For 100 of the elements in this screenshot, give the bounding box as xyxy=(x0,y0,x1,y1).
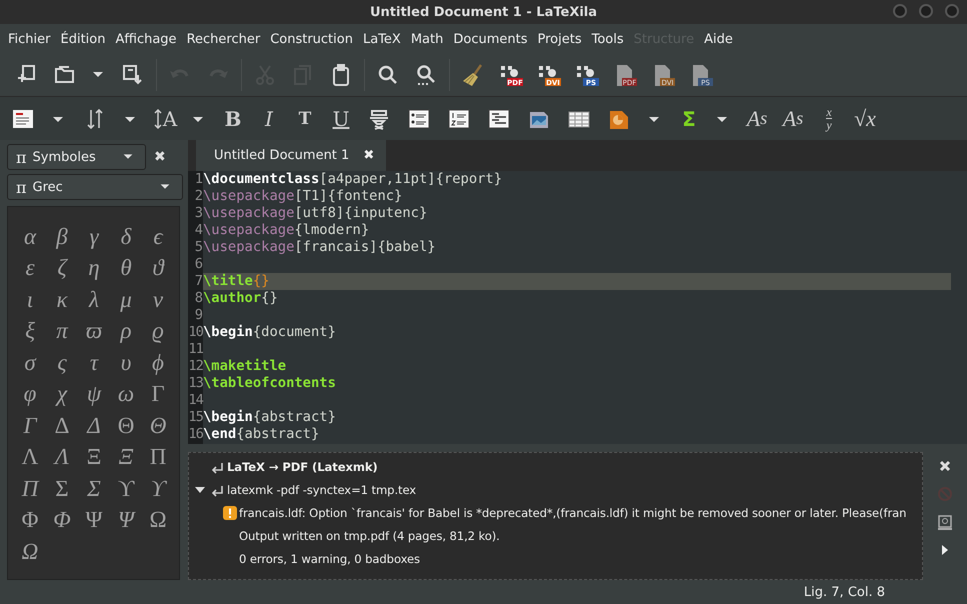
menu-item[interactable]: Aide xyxy=(699,32,738,46)
symbol-item[interactable]: υ xyxy=(110,347,142,378)
symbol-item[interactable]: ϒ xyxy=(142,473,174,504)
symbol-item[interactable]: Π xyxy=(142,442,174,473)
symbol-item[interactable]: δ xyxy=(110,221,142,252)
symbol-item[interactable]: Ξ xyxy=(78,442,110,473)
symbol-item[interactable]: φ xyxy=(14,378,46,410)
tab-close-button[interactable]: ✖ xyxy=(363,148,374,164)
symbol-item[interactable]: Δ xyxy=(78,410,110,442)
symbol-item[interactable]: τ xyxy=(78,347,110,378)
symbol-item[interactable]: Λ xyxy=(46,442,78,473)
symbol-item[interactable]: Ξ xyxy=(110,442,142,473)
sum-button[interactable]: Σ xyxy=(674,102,704,134)
symbol-item[interactable]: ς xyxy=(46,347,78,378)
log-message[interactable]: latexmk -pdf -synctex=1 tmp.tex xyxy=(227,482,416,497)
code-line: \usepackage[utf8]{inputenc} xyxy=(203,205,428,222)
symbol-item[interactable]: ψ xyxy=(78,378,110,410)
code-editor[interactable] xyxy=(188,171,967,444)
symbol-item[interactable]: Γ xyxy=(14,410,46,442)
menu-item[interactable]: Fichier xyxy=(3,32,56,46)
italic-button[interactable]: I xyxy=(254,102,284,134)
menu-item[interactable]: Tools xyxy=(586,32,629,46)
menu-item[interactable]: Affichage xyxy=(110,32,182,46)
bold-button[interactable]: B xyxy=(218,102,248,134)
symbol-item[interactable]: Θ xyxy=(110,410,142,442)
symbol-item[interactable]: Λ xyxy=(14,442,46,473)
symbol-item[interactable]: γ xyxy=(78,221,110,252)
menu-item[interactable]: Construction xyxy=(265,32,358,46)
underline-button[interactable]: U xyxy=(326,102,356,134)
log-message[interactable]: LaTeX → PDF (Latexmk) xyxy=(227,460,378,474)
menu-item[interactable]: Projets xyxy=(532,32,587,46)
symbol-item[interactable]: Γ xyxy=(142,378,174,410)
menu-item[interactable]: LaTeX xyxy=(358,32,406,46)
square-root-button[interactable]: √x xyxy=(850,102,880,134)
code-line: \usepackage{lmodern} xyxy=(203,222,370,240)
document-tab[interactable]: Untitled Document 1 ✖ xyxy=(196,140,386,172)
symbol-item[interactable]: Δ xyxy=(46,410,78,442)
symbol-item[interactable]: ϖ xyxy=(78,316,110,347)
symbol-item[interactable]: ϑ xyxy=(142,252,174,284)
tab-label[interactable]: Untitled Document 1 xyxy=(214,148,350,164)
category-dropdown[interactable]: π Symboles xyxy=(7,144,146,170)
symbol-item[interactable]: ρ xyxy=(110,316,142,347)
log-message[interactable]: francais.ldf: Option `francais' for Babel is *deprecated*,(francais.ldf) it might be removed sooner or later. Please(fran xyxy=(239,506,906,520)
symbol-item[interactable]: ϕ xyxy=(142,347,174,378)
symbol-item[interactable]: π xyxy=(46,316,78,347)
symbol-item[interactable]: ϵ xyxy=(142,221,174,252)
symbol-item[interactable]: Φ xyxy=(46,504,78,536)
cursor-position: Lig. 7, Col. 8 xyxy=(804,584,885,600)
menu-item[interactable]: Documents xyxy=(448,32,532,46)
log-message[interactable]: Output written on tmp.pdf (4 pages, 81,2 ko). xyxy=(239,528,500,543)
symbol-item[interactable]: Σ xyxy=(46,473,78,504)
code-line: \usepackage[francais]{babel} xyxy=(203,239,436,256)
code-line: \begin{abstract} xyxy=(203,409,336,426)
description-list-icon[interactable] xyxy=(487,106,511,130)
symbol-item[interactable]: λ xyxy=(78,284,110,316)
menu-item[interactable]: Math xyxy=(406,32,448,46)
numbered-list-icon[interactable] xyxy=(447,106,471,130)
code-line: \usepackage[T1]{fontenc} xyxy=(203,188,402,206)
log-message[interactable]: 0 errors, 1 warning, 0 badboxes xyxy=(239,552,420,566)
symbol-item[interactable]: Ψ xyxy=(78,504,110,536)
code-line: \author{} xyxy=(203,290,278,308)
code-line: \end{abstract} xyxy=(203,426,320,444)
typewriter-button[interactable]: T xyxy=(290,102,320,134)
symbol-item[interactable]: ξ xyxy=(14,316,46,347)
symbol-item[interactable]: α xyxy=(14,221,46,252)
symbol-item[interactable]: Φ xyxy=(14,504,46,536)
code-line: \tableofcontents xyxy=(203,375,336,392)
symbol-item[interactable]: ζ xyxy=(46,252,78,284)
symbol-item[interactable]: β xyxy=(46,221,78,252)
symbol-item[interactable]: ν xyxy=(142,284,174,316)
symbol-item[interactable]: Σ xyxy=(78,473,110,504)
code-line: \maketitle xyxy=(203,358,286,376)
broom-icon[interactable] xyxy=(461,63,485,87)
symbol-item[interactable]: ε xyxy=(14,252,46,284)
symbol-item[interactable]: Ω xyxy=(142,504,174,536)
symbol-item[interactable]: Ω xyxy=(14,536,46,568)
menu-item[interactable]: Rechercher xyxy=(182,32,266,46)
fraction-button[interactable]: x y xyxy=(814,102,844,134)
vertical-arrows-icon xyxy=(152,108,163,130)
symbol-item[interactable]: σ xyxy=(14,347,46,378)
symbol-item[interactable]: ι xyxy=(14,284,46,316)
symbol-item[interactable]: η xyxy=(78,252,110,284)
code-line: \begin{document} xyxy=(203,324,336,342)
bullet-list-icon[interactable] xyxy=(407,106,431,130)
symbol-item[interactable]: Π xyxy=(14,473,46,504)
menu-item[interactable]: Édition xyxy=(56,32,110,46)
close-panel-button[interactable]: ✖ xyxy=(154,149,166,165)
subcategory-dropdown[interactable]: π Grec xyxy=(7,174,183,200)
symbol-item[interactable]: μ xyxy=(110,284,142,316)
symbol-item[interactable]: χ xyxy=(46,378,78,410)
symbol-item[interactable]: ω xyxy=(110,378,142,410)
window-title: Untitled Document 1 - LaTeXila xyxy=(370,4,598,20)
symbol-item[interactable]: Ψ xyxy=(110,504,142,536)
symbol-item[interactable]: ϒ xyxy=(110,473,142,504)
symbol-item[interactable]: Θ xyxy=(142,410,174,442)
code-line: \documentclass[a4paper,11pt]{report} xyxy=(203,171,502,188)
symbol-item[interactable]: κ xyxy=(46,284,78,316)
symbol-item[interactable]: ϱ xyxy=(142,316,174,347)
symbol-item[interactable]: θ xyxy=(110,252,142,284)
font-size-button[interactable]: A xyxy=(150,102,180,134)
